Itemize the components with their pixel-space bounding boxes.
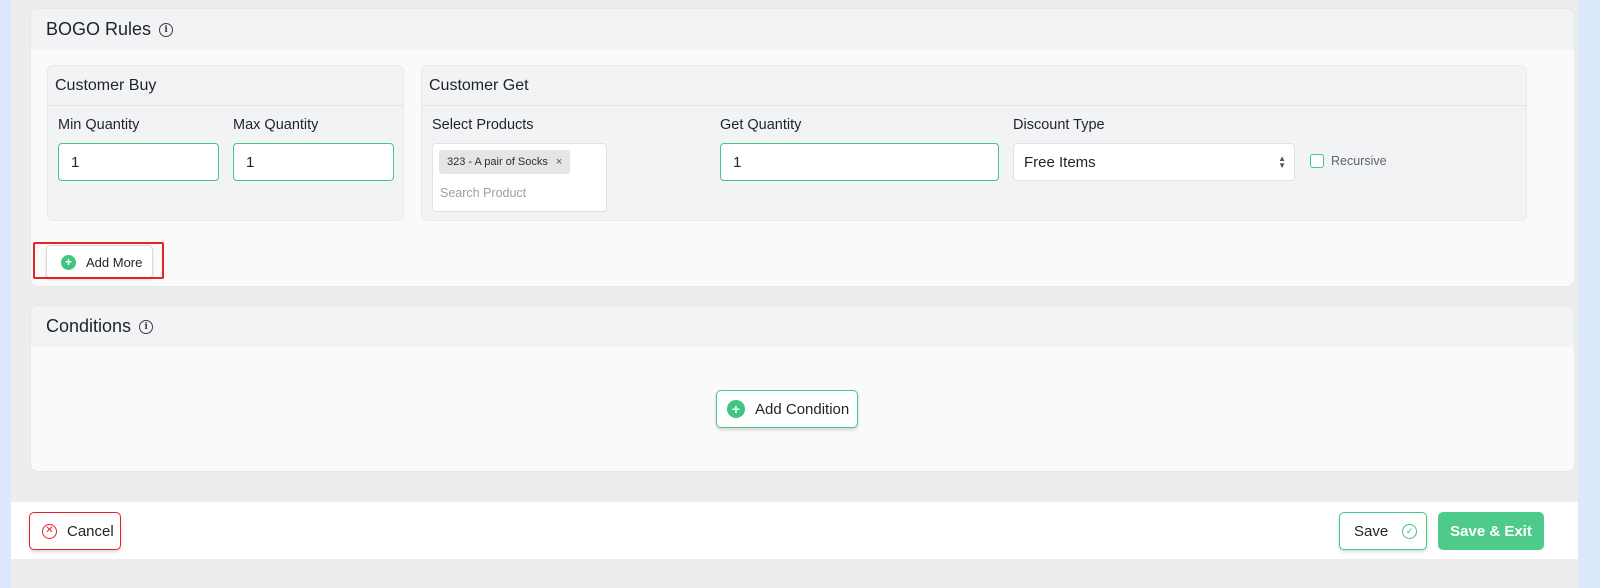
recursive-label[interactable]: Recursive (1331, 154, 1387, 168)
add-condition-button[interactable]: + Add Condition (716, 390, 858, 428)
select-arrows-icon: ▲ ▼ (1278, 154, 1286, 170)
search-product-placeholder[interactable]: Search Product (440, 186, 526, 200)
info-icon[interactable]: i (159, 22, 174, 37)
check-circle-icon: ✓ (1402, 523, 1418, 539)
get-quantity-label: Get Quantity (720, 117, 802, 133)
conditions-title: Conditions (46, 316, 132, 336)
close-circle-icon: ✕ (42, 523, 57, 539)
plus-circle-icon: + (727, 400, 745, 418)
save-exit-button[interactable]: Save & Exit (1438, 512, 1544, 550)
get-quantity-input[interactable] (720, 143, 999, 181)
page-container: BOGO Rules i Customer Buy Min Quantity M… (11, 0, 1578, 588)
footer-bar: ✕ Cancel Save ✓ Save & Exit (11, 502, 1578, 559)
bogo-rules-card: BOGO Rules i Customer Buy Min Quantity M… (30, 8, 1575, 287)
conditions-card: Conditions i + Add Condition (30, 305, 1575, 472)
info-icon[interactable]: i (139, 319, 154, 334)
discount-type-select[interactable]: Free Items ▲ ▼ (1013, 143, 1295, 181)
bogo-rules-title: BOGO Rules (46, 19, 152, 39)
product-multiselect[interactable]: 323 - A pair of Socks × Search Product (432, 143, 607, 212)
customer-get-panel: Customer Get Select Products 323 - A pai… (421, 65, 1527, 221)
cancel-button[interactable]: ✕ Cancel (29, 512, 121, 550)
recursive-checkbox[interactable] (1310, 154, 1324, 168)
customer-buy-title: Customer Buy (48, 66, 403, 106)
customer-get-title: Customer Get (422, 66, 1526, 106)
bogo-rules-header: BOGO Rules i (31, 9, 1574, 50)
discount-type-label: Discount Type (1013, 117, 1105, 133)
chip-label: 323 - A pair of Socks (447, 156, 548, 168)
customer-buy-panel: Customer Buy Min Quantity Max Quantity (47, 65, 404, 221)
select-products-label: Select Products (432, 117, 534, 133)
max-quantity-input[interactable] (233, 143, 394, 181)
save-label: Save (1354, 522, 1389, 540)
highlight-box (33, 242, 164, 279)
discount-type-value: Free Items (1024, 153, 1096, 171)
conditions-header: Conditions i (31, 306, 1574, 347)
add-condition-label: Add Condition (755, 400, 850, 418)
chip-remove-icon[interactable]: × (556, 156, 562, 168)
selected-product-chip: 323 - A pair of Socks × (439, 150, 571, 174)
max-quantity-label: Max Quantity (233, 117, 319, 133)
min-quantity-input[interactable] (58, 143, 219, 181)
save-exit-label: Save & Exit (1450, 522, 1532, 540)
save-button[interactable]: Save ✓ (1339, 512, 1427, 550)
cancel-label: Cancel (67, 522, 114, 540)
min-quantity-label: Min Quantity (58, 117, 140, 133)
